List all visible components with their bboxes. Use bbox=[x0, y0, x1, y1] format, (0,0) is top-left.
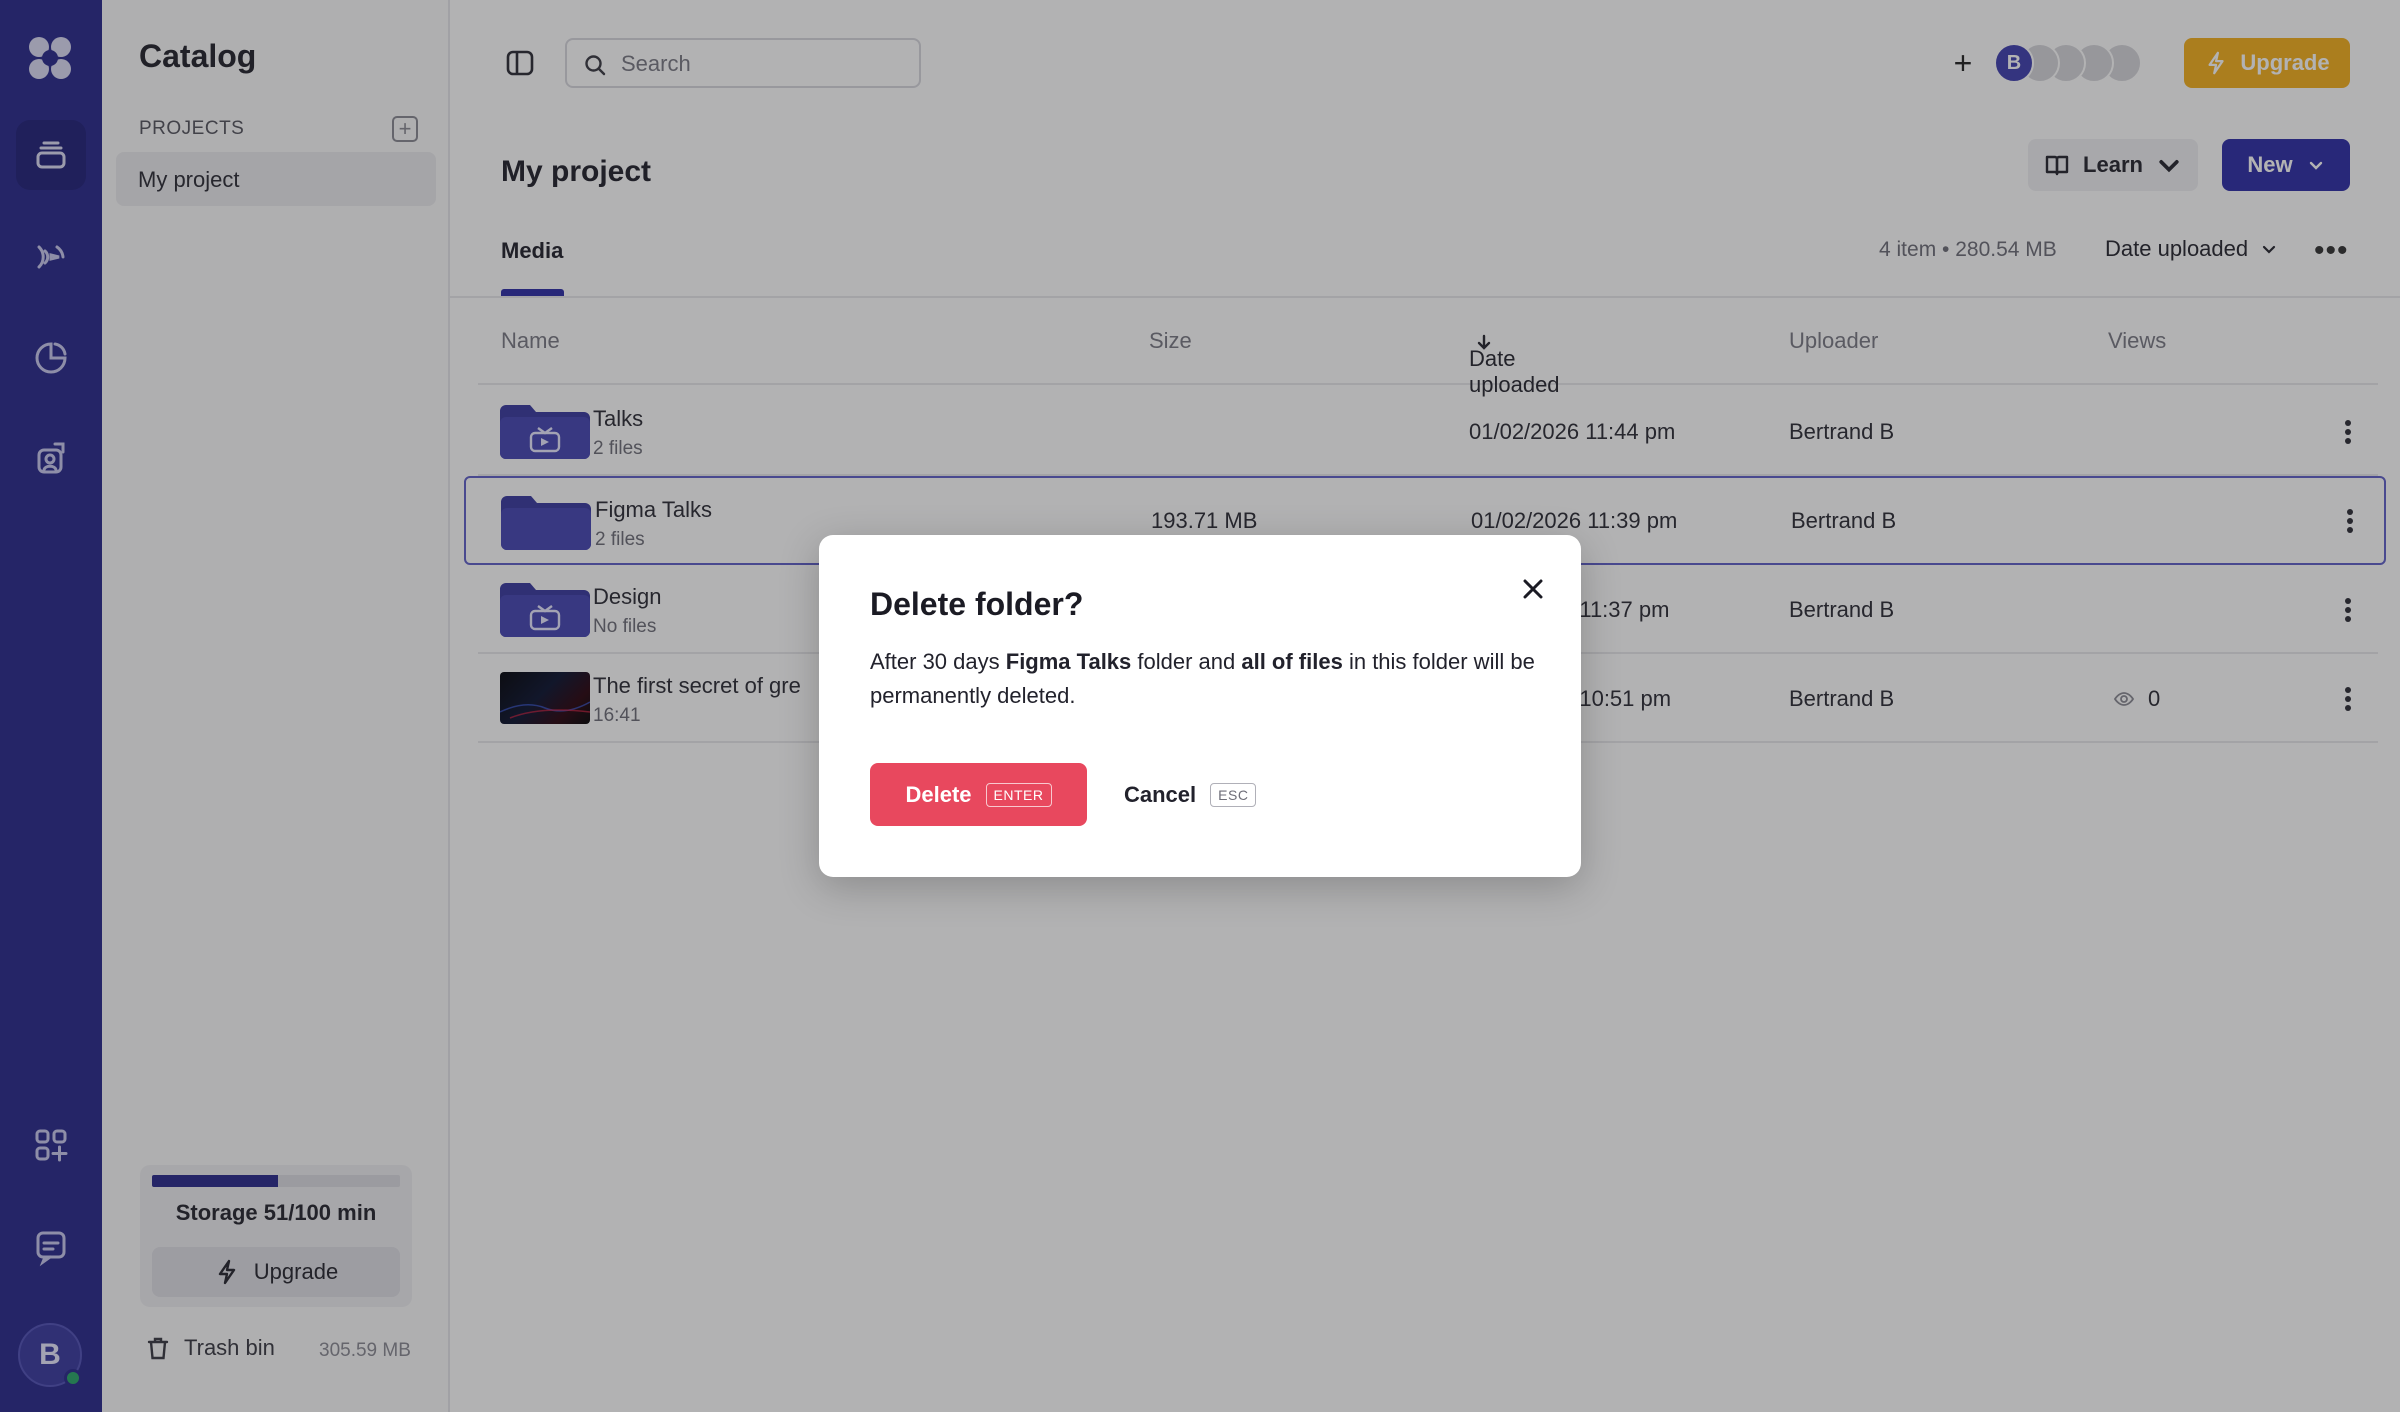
close-icon[interactable] bbox=[1519, 575, 1547, 603]
delete-folder-dialog: Delete folder? After 30 days Figma Talks… bbox=[819, 535, 1581, 877]
esc-shortcut-hint: ESC bbox=[1210, 782, 1257, 807]
dialog-message-text: After 30 days bbox=[870, 649, 1006, 674]
cancel-button[interactable]: Cancel ESC bbox=[1124, 763, 1257, 826]
dialog-title: Delete folder? bbox=[870, 586, 1084, 622]
delete-button[interactable]: Delete ENTER bbox=[870, 763, 1087, 826]
enter-shortcut-hint: ENTER bbox=[985, 782, 1052, 807]
dialog-folder-name: Figma Talks bbox=[1005, 649, 1132, 674]
dialog-message: After 30 days Figma Talks folder and all… bbox=[870, 645, 1550, 713]
delete-button-label: Delete bbox=[905, 781, 972, 807]
cancel-button-label: Cancel bbox=[1124, 781, 1197, 807]
dialog-message-text: folder and bbox=[1131, 649, 1242, 674]
dialog-emphasis: all of files bbox=[1241, 649, 1343, 674]
